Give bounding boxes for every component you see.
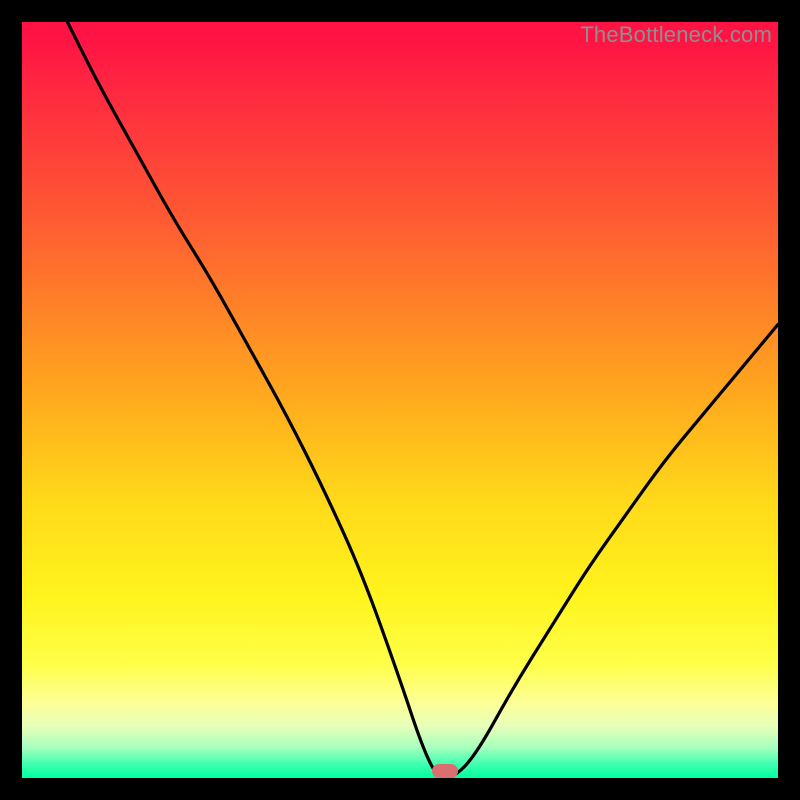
chart-frame: TheBottleneck.com bbox=[0, 0, 800, 800]
plot-area: TheBottleneck.com bbox=[22, 22, 778, 778]
optimal-marker bbox=[432, 764, 458, 778]
bottleneck-curve bbox=[22, 22, 778, 778]
